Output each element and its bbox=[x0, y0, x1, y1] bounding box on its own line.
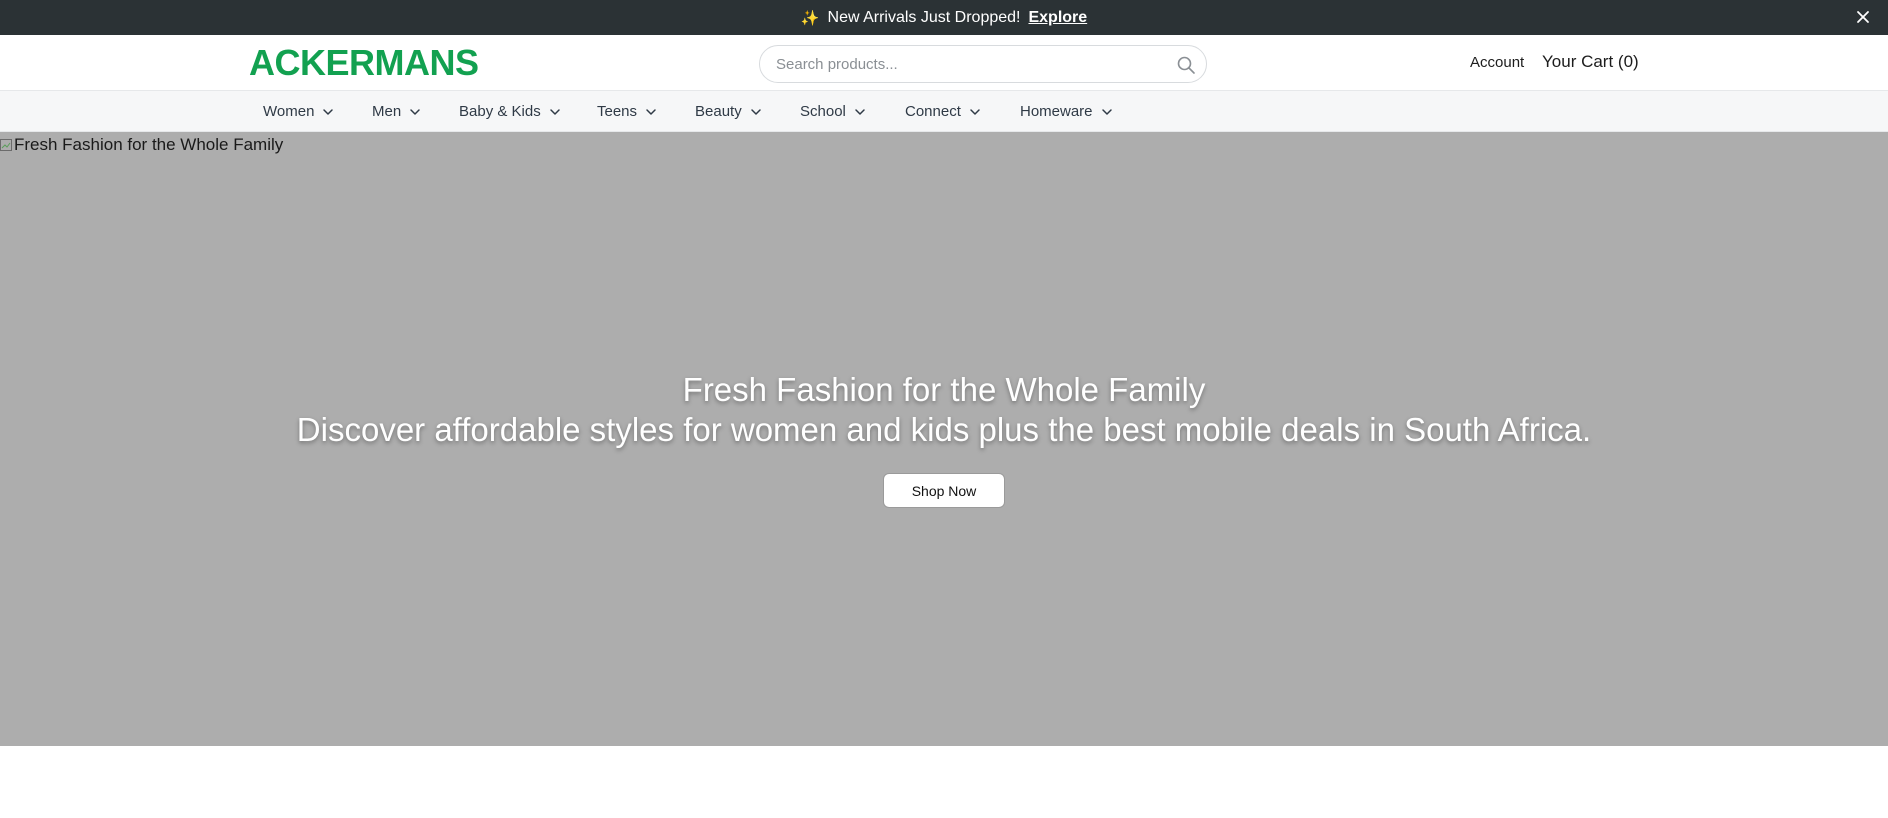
sparkle-icon: ✨ bbox=[800, 9, 820, 27]
nav-item-label: School bbox=[800, 103, 846, 120]
nav-item-school[interactable]: School bbox=[800, 91, 866, 132]
nav-item-label: Connect bbox=[905, 103, 961, 120]
nav-item-label: Men bbox=[372, 103, 402, 120]
chevron-down-icon bbox=[750, 108, 761, 115]
search-icon[interactable] bbox=[1176, 55, 1196, 75]
chevron-down-icon bbox=[855, 108, 865, 115]
nav-item-label: Homeware bbox=[1020, 103, 1093, 120]
chevron-down-icon bbox=[1101, 108, 1112, 115]
close-icon[interactable] bbox=[1852, 6, 1874, 28]
ackermans-logo[interactable]: ACKERMANS bbox=[249, 43, 479, 83]
search-input[interactable] bbox=[760, 55, 1160, 73]
hero-headline: Fresh Fashion for the Whole Family bbox=[682, 371, 1206, 408]
nav-item-label: Beauty bbox=[695, 103, 742, 120]
nav-item-label: Teens bbox=[597, 103, 638, 120]
nav-item-connect[interactable]: Connect bbox=[905, 91, 981, 132]
site-header: ACKERMANS Account Your Cart (0) bbox=[0, 35, 1888, 91]
chevron-down-icon bbox=[549, 108, 560, 115]
nav-item-beauty[interactable]: Beauty bbox=[695, 91, 762, 132]
account-link[interactable]: Account bbox=[1470, 54, 1524, 71]
nav-item-men[interactable]: Men bbox=[372, 91, 421, 132]
hero-subline: Discover affordable styles for women and… bbox=[296, 411, 1592, 448]
announcement-bar: ✨ New Arrivals Just Dropped! Explore bbox=[0, 0, 1888, 35]
search-bar bbox=[759, 45, 1207, 83]
nav-item-teens[interactable]: Teens bbox=[597, 91, 657, 132]
nav-item-baby-kids[interactable]: Baby & Kids bbox=[459, 91, 561, 132]
cart-link[interactable]: Your Cart (0) bbox=[1542, 52, 1639, 72]
chevron-down-icon bbox=[323, 108, 334, 115]
shop-now-button[interactable]: Shop Now bbox=[883, 473, 1005, 508]
category-nav: Women Men Baby & Kids Teens Beauty Schoo… bbox=[0, 91, 1888, 132]
nav-item-label: Women bbox=[263, 103, 315, 120]
hero-image-alt: Fresh Fashion for the Whole Family bbox=[14, 135, 284, 154]
broken-image-icon bbox=[0, 139, 12, 151]
nav-item-homeware[interactable]: Homeware bbox=[1020, 91, 1113, 132]
nav-item-women[interactable]: Women bbox=[263, 91, 334, 132]
announcement-message: New Arrivals Just Dropped! bbox=[827, 8, 1021, 26]
hero-image: Fresh Fashion for the Whole Family bbox=[0, 135, 283, 155]
chevron-down-icon bbox=[410, 108, 420, 115]
hero-banner: Fresh Fashion for the Whole Family Fresh… bbox=[0, 132, 1888, 746]
chevron-down-icon bbox=[970, 108, 980, 115]
chevron-down-icon bbox=[646, 108, 656, 115]
explore-link[interactable]: Explore bbox=[1028, 9, 1087, 27]
nav-item-label: Baby & Kids bbox=[459, 103, 541, 120]
